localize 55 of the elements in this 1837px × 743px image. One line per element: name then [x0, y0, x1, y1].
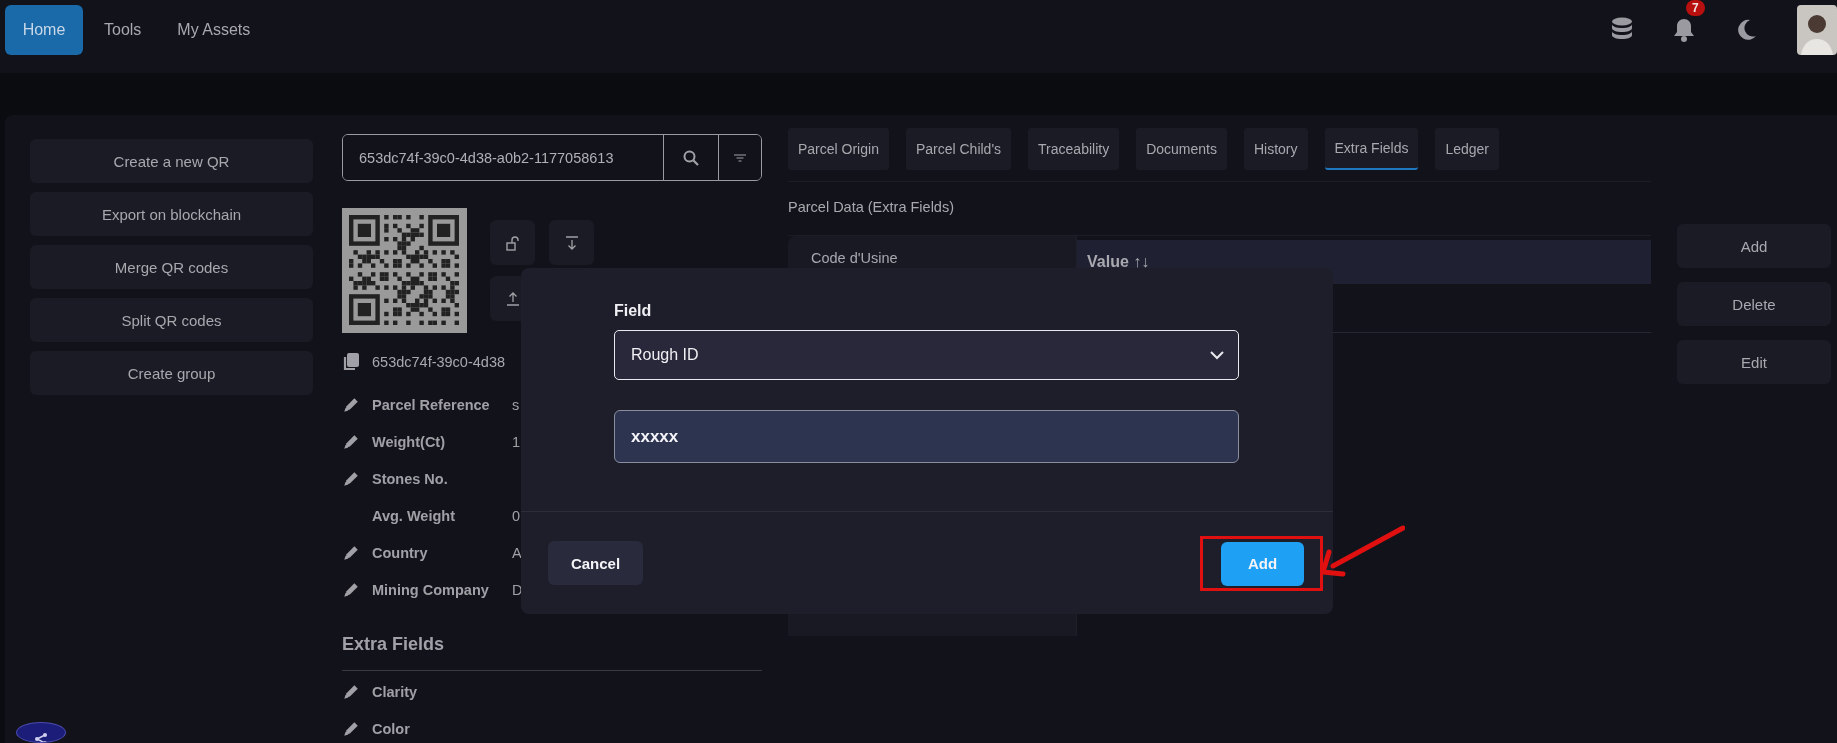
side-button[interactable]: Delete	[1677, 282, 1831, 326]
tab[interactable]: History	[1243, 128, 1308, 170]
tab[interactable]: Parcel Origin	[788, 128, 889, 170]
nav-link[interactable]: Home	[5, 5, 83, 55]
action-button[interactable]: Create group	[30, 351, 313, 395]
nav-link[interactable]: Tools	[89, 5, 157, 55]
cancel-button[interactable]: Cancel	[548, 541, 643, 585]
property-label: Country	[372, 544, 429, 561]
property-value: 0	[512, 507, 521, 524]
filter-icon	[733, 152, 747, 163]
side-button[interactable]: Edit	[1677, 340, 1831, 384]
action-button[interactable]: Merge QR codes	[30, 245, 313, 289]
property-label: Parcel Reference	[372, 396, 491, 413]
property-value: 1	[512, 433, 521, 450]
copy-icon	[342, 352, 360, 372]
value-input[interactable]: xxxxx	[614, 410, 1239, 463]
moon-icon	[1735, 18, 1757, 42]
notification-bell-icon	[1673, 17, 1695, 43]
tab[interactable]: Traceability	[1028, 128, 1120, 170]
upload-icon	[505, 291, 520, 306]
side-button[interactable]: Add	[1677, 224, 1831, 268]
action-button[interactable]: Export on blockchain	[30, 192, 313, 236]
select-value: Rough ID	[631, 346, 699, 364]
property-value: A	[512, 544, 522, 561]
property-label: Color	[372, 720, 411, 737]
field-select[interactable]: Rough ID	[614, 330, 1239, 380]
chevron-down-icon	[1209, 350, 1225, 360]
tab[interactable]: Documents	[1136, 128, 1227, 170]
download-button[interactable]	[549, 220, 594, 265]
property-label: Weight(Ct)	[372, 433, 447, 450]
column-header[interactable]: Value ↑↓	[1087, 253, 1150, 271]
action-button[interactable]: Split QR codes	[30, 298, 313, 342]
section-title: Parcel Data (Extra Fields)	[788, 199, 955, 217]
search-field[interactable]: 653dc74f-39c0-4d38-a0b2-1177058613	[342, 134, 762, 181]
property-value: s	[512, 396, 520, 413]
field-label: Field	[614, 302, 653, 321]
tab[interactable]: Parcel Child's	[905, 128, 1012, 170]
padlock-icon	[505, 234, 520, 251]
field-name: Code d'Usine	[811, 250, 899, 266]
nav-link[interactable]: My Assets	[162, 5, 266, 55]
action-button[interactable]: Create a new QR	[30, 139, 313, 183]
tab[interactable]: Extra Fields	[1324, 128, 1419, 170]
property-label: Avg. Weight	[372, 507, 456, 524]
property-label: Stones No.	[372, 470, 449, 487]
search-icon	[683, 149, 699, 166]
download-icon	[564, 235, 579, 250]
notification-count: 7	[1686, 0, 1705, 16]
parcel-id: 653dc74f-39c0-4d38	[372, 354, 506, 370]
property-label: Mining Company	[372, 581, 490, 598]
tab[interactable]: Ledger	[1435, 128, 1500, 170]
property-label: Clarity	[372, 683, 419, 700]
section-heading: Extra Fields	[342, 634, 446, 656]
filter-button[interactable]	[718, 135, 761, 180]
avatar	[1797, 5, 1837, 55]
unlock-button[interactable]	[490, 220, 535, 265]
